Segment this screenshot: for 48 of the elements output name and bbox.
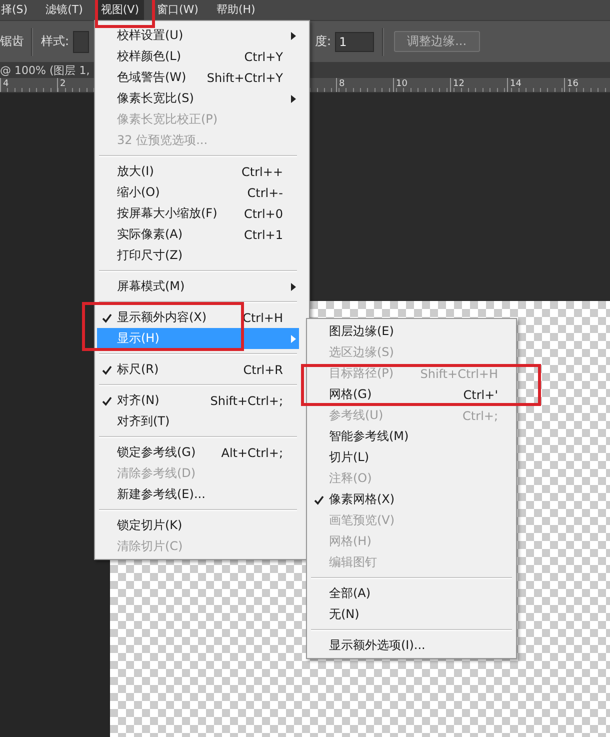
ruler-label: 16 [564, 78, 610, 92]
width-label: 度: [315, 33, 332, 50]
ruler-label: 8 [336, 78, 393, 92]
menu-item[interactable]: 屏幕模式(M) [97, 276, 299, 297]
menu-item[interactable]: 校样颜色(L) Ctrl+Y [97, 46, 299, 67]
menu-item[interactable]: 新建参考线(E)... [97, 484, 299, 505]
menu-item[interactable]: 无(N) [309, 604, 514, 625]
antialias-label: 锯齿 [0, 33, 24, 50]
menu-item[interactable]: 像素网格(X) [309, 489, 514, 510]
ruler-label: 12 [450, 78, 507, 92]
menu-item[interactable]: 切片(L) [309, 447, 514, 468]
menu-item[interactable]: 放大(I) Ctrl++ [97, 161, 299, 182]
menu-item[interactable]: 锁定切片(K) [97, 515, 299, 536]
menu-item[interactable]: 缩小(O) Ctrl+- [97, 182, 299, 203]
annotation-frame [95, 0, 155, 28]
menu-item[interactable]: 显示额外内容(X) Ctrl+H [97, 307, 299, 328]
menu-item[interactable]: 标尺(R) Ctrl+R [97, 359, 299, 380]
document-title[interactable]: @ 100% (图层 1, [0, 62, 90, 78]
submenu-arrow-icon [290, 282, 296, 290]
menu-item[interactable]: 择(S) [0, 0, 33, 20]
style-dropdown[interactable] [73, 30, 90, 52]
submenu-arrow-icon [290, 32, 296, 40]
menu-item[interactable]: 实际像素(A) Ctrl+1 [97, 224, 299, 245]
menu-item[interactable]: 帮助(H) [211, 0, 260, 20]
checkmark-icon [102, 312, 112, 322]
menu-item[interactable]: 对齐(N) Shift+Ctrl+; [97, 390, 299, 411]
menu-item[interactable]: 图层边缘(E) [309, 321, 514, 342]
menu-item[interactable]: 全部(A) [309, 583, 514, 604]
menu-item[interactable]: 视图(V) [96, 0, 144, 20]
menu-item[interactable]: 智能参考线(M) [309, 426, 514, 447]
ruler-label: 10 [393, 78, 450, 92]
menu-item[interactable]: 窗口(W) [152, 0, 204, 20]
ruler-label: 14 [507, 78, 564, 92]
menu-item[interactable]: 显示额外选项(I)... [309, 635, 514, 656]
style-label: 样式: [41, 33, 70, 50]
width-field[interactable]: 1 [335, 32, 374, 52]
submenu-arrow-icon [290, 334, 296, 342]
checkmark-icon [314, 494, 324, 504]
checkmark-icon [102, 364, 112, 374]
menu-item[interactable]: 锁定参考线(G) Alt+Ctrl+; [97, 442, 299, 463]
submenu-arrow-icon [290, 94, 296, 102]
menu-item[interactable]: 校样设置(U) [97, 25, 299, 46]
menu-item[interactable]: 对齐到(T) [97, 411, 299, 432]
menu-item[interactable]: 打印尺寸(Z) [97, 245, 299, 266]
menu-item[interactable]: 按屏幕大小缩放(F) Ctrl+0 [97, 203, 299, 224]
menu-item[interactable]: 滤镜(T) [40, 0, 88, 20]
ruler-label: 4 [0, 78, 57, 92]
checkmark-icon [102, 396, 112, 406]
